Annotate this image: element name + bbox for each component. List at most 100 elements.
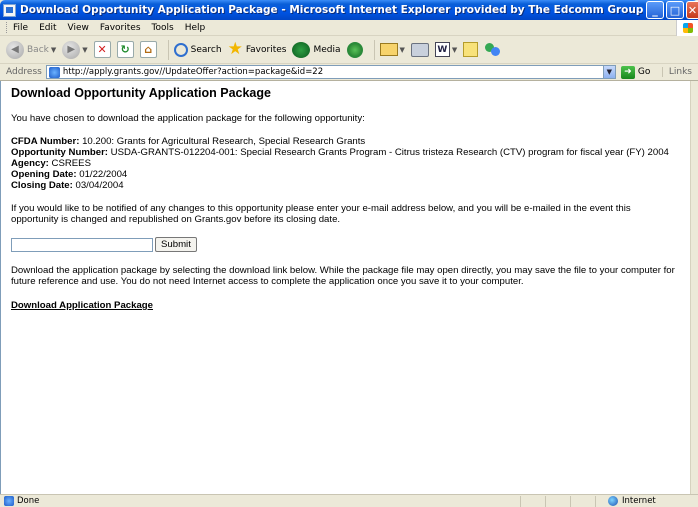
home-button[interactable]: ⌂ [139, 41, 157, 58]
status-bar: Done Internet [0, 494, 698, 507]
closing-date-value: 03/04/2004 [72, 180, 124, 191]
go-label: Go [637, 67, 651, 77]
favorites-label: Favorites [245, 44, 287, 55]
download-package-link[interactable]: Download Application Package [11, 300, 153, 311]
history-button[interactable] [346, 41, 363, 58]
opportunity-value: USDA-GRANTS-012204-001: Special Research… [108, 147, 669, 158]
opening-date-value: 01/22/2004 [76, 169, 128, 180]
word-edit-icon: W [434, 42, 450, 57]
menu-edit[interactable]: Edit [39, 23, 56, 33]
opening-date-row: Opening Date: 01/22/2004 [11, 169, 680, 180]
notify-text: If you would like to be notified of any … [11, 203, 631, 225]
status-text: Done [17, 496, 40, 506]
links-toolbar[interactable]: Links [661, 67, 692, 77]
favorites-star-icon: ★ [227, 39, 243, 59]
media-label: Media [313, 44, 341, 55]
cfda-label: CFDA Number: [11, 136, 80, 147]
address-bar: Address http://apply.grants.gov//UpdateO… [0, 64, 698, 81]
stop-button[interactable]: ✕ [93, 41, 111, 58]
forward-button[interactable]: ▶ ▼ [62, 40, 88, 59]
edit-button[interactable]: W ▼ [434, 42, 457, 57]
cfda-row: CFDA Number: 10.200: Grants for Agricult… [11, 136, 680, 147]
close-button[interactable]: ✕ [686, 1, 698, 19]
address-url[interactable]: http://apply.grants.gov//UpdateOffer?act… [63, 67, 323, 77]
internet-globe-icon [608, 496, 618, 506]
page-favicon-icon [48, 66, 60, 78]
submit-button[interactable]: Submit [155, 237, 197, 252]
menu-view[interactable]: View [68, 23, 89, 33]
menu-bar: File Edit View Favorites Tools Help [0, 20, 698, 36]
page-title: Download Opportunity Application Package [11, 86, 271, 100]
stop-icon: ✕ [93, 41, 111, 58]
toolbar-separator [167, 39, 169, 60]
edit-dropdown-icon[interactable]: ▼ [452, 46, 457, 54]
status-divider [545, 496, 546, 507]
page-status-icon [4, 496, 14, 506]
search-label: Search [190, 44, 222, 55]
discuss-button[interactable] [463, 42, 479, 57]
agency-value: CSREES [48, 158, 91, 169]
page-content: Download Opportunity Application Package… [0, 81, 690, 494]
zone-label: Internet [622, 496, 656, 506]
print-button[interactable] [410, 42, 429, 57]
back-button[interactable]: ◀ Back ▼ [6, 40, 56, 59]
status-divider [595, 496, 596, 507]
media-button[interactable]: Media [292, 41, 341, 58]
forward-arrow-icon: ▶ [62, 40, 81, 59]
cfda-value: 10.200: Grants for Agricultural Research… [79, 136, 366, 147]
address-input[interactable]: http://apply.grants.gov//UpdateOffer?act… [45, 65, 616, 79]
menu-help[interactable]: Help [185, 23, 206, 33]
menu-tools[interactable]: Tools [152, 23, 174, 33]
mail-icon [379, 43, 398, 56]
ie-page-icon [3, 3, 16, 17]
email-field[interactable] [11, 237, 153, 252]
refresh-icon: ↻ [116, 41, 134, 58]
vertical-scrollbar[interactable] [690, 81, 698, 494]
maximize-button[interactable]: □ [666, 1, 684, 19]
print-icon [410, 42, 429, 57]
email-form: Submit [11, 237, 680, 252]
address-dropdown-icon[interactable]: ▼ [602, 66, 615, 78]
back-dropdown-icon[interactable]: ▼ [51, 46, 56, 54]
search-button[interactable]: Search [173, 42, 222, 57]
messenger-button[interactable] [484, 42, 502, 58]
minimize-button[interactable]: _ [646, 1, 664, 19]
intro-text: You have chosen to download the applicat… [11, 113, 365, 124]
opportunity-label: Opportunity Number: [11, 147, 108, 158]
agency-row: Agency: CSREES [11, 158, 680, 169]
opportunity-details: CFDA Number: 10.200: Grants for Agricult… [11, 136, 680, 191]
toolbar-separator [373, 39, 375, 60]
back-arrow-icon: ◀ [6, 40, 24, 59]
download-description: Download the application package by sele… [11, 265, 675, 287]
go-button[interactable]: ➜ Go [620, 65, 651, 79]
closing-date-row: Closing Date: 03/04/2004 [11, 180, 680, 191]
agency-label: Agency: [11, 158, 49, 169]
opening-date-label: Opening Date: [11, 169, 77, 180]
closing-date-label: Closing Date: [11, 180, 73, 191]
security-zone: Internet [608, 496, 656, 506]
favorites-button[interactable]: ★ Favorites [228, 41, 287, 58]
status-divider [570, 496, 571, 507]
standard-toolbar: ◀ Back ▼ ▶ ▼ ✕ ↻ ⌂ Search ★ Favorites Me… [0, 36, 698, 64]
media-icon [292, 41, 311, 58]
back-label: Back [27, 44, 49, 55]
window-controls: _ □ ✕ [646, 1, 698, 19]
search-icon [173, 42, 188, 57]
menu-grip [6, 22, 9, 33]
go-arrow-icon: ➜ [620, 65, 635, 79]
status-divider [520, 496, 521, 507]
history-icon [346, 41, 363, 58]
menu-file[interactable]: File [13, 23, 28, 33]
messenger-icon [484, 42, 502, 58]
windows-logo-icon [676, 20, 698, 36]
mail-dropdown-icon[interactable]: ▼ [400, 46, 405, 54]
window-titlebar: Download Opportunity Application Package… [0, 0, 698, 20]
refresh-button[interactable]: ↻ [116, 41, 134, 58]
mail-button[interactable]: ▼ [379, 43, 405, 56]
menu-favorites[interactable]: Favorites [100, 23, 141, 33]
opportunity-row: Opportunity Number: USDA-GRANTS-012204-0… [11, 147, 680, 158]
forward-dropdown-icon[interactable]: ▼ [82, 46, 87, 54]
note-icon [463, 42, 479, 57]
address-label: Address [6, 67, 42, 77]
home-icon: ⌂ [139, 41, 157, 58]
